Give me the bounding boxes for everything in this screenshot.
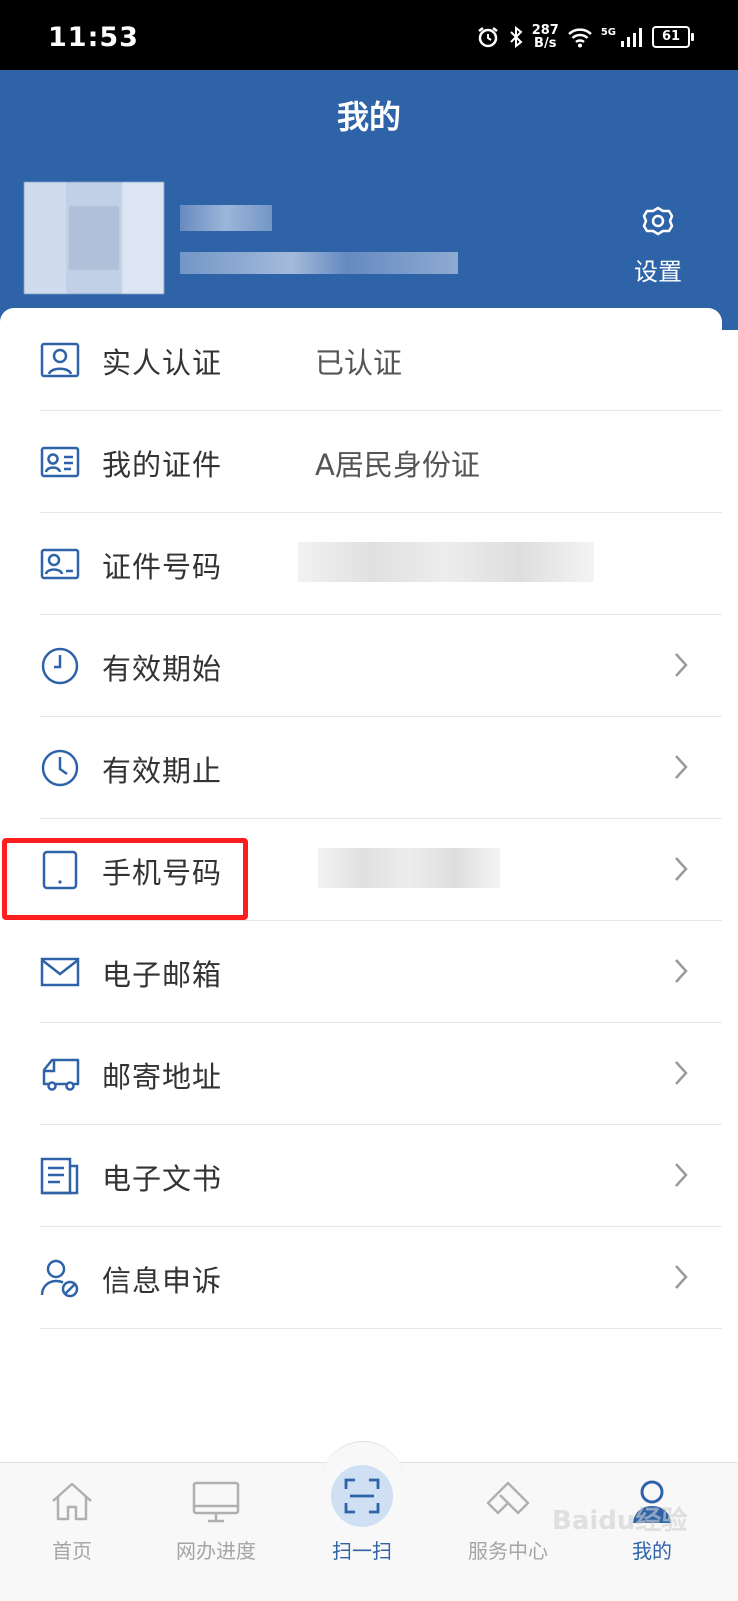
menu-item-label: 电子邮箱	[102, 958, 223, 992]
home-icon	[52, 1482, 92, 1521]
menu-item-valid-from[interactable]: 有效期始	[40, 614, 722, 717]
nav-progress[interactable]: 网办进度	[146, 1475, 286, 1564]
menu-item-mailing-address[interactable]: 邮寄地址	[40, 1022, 722, 1125]
chevron-right-icon	[675, 653, 688, 677]
chevron-right-icon	[675, 959, 688, 983]
battery-indicator: 61	[652, 26, 694, 48]
person-card-icon	[40, 342, 80, 378]
signal-icon	[621, 28, 642, 47]
menu-item-label: 我的证件	[102, 448, 223, 482]
menu-item-label: 电子文书	[102, 1162, 223, 1196]
nav-label: 我的	[632, 1539, 672, 1563]
nav-home[interactable]: 首页	[2, 1475, 142, 1564]
menu-item-id-number[interactable]: 证件号码	[40, 512, 722, 615]
menu-item-value: 已认证	[315, 346, 403, 380]
user-appeal-icon	[40, 1259, 79, 1298]
nav-label: 首页	[52, 1539, 92, 1563]
nav-label: 扫一扫	[332, 1539, 392, 1563]
settings-button[interactable]: 设置	[622, 204, 694, 287]
menu-item-label: 邮寄地址	[102, 1060, 223, 1094]
id-card-icon	[40, 446, 80, 478]
document-icon	[40, 1157, 79, 1195]
menu-item-email[interactable]: 电子邮箱	[40, 920, 722, 1023]
menu-item-real-name-auth[interactable]: 实人认证 已认证	[40, 308, 722, 411]
menu-item-info-appeal[interactable]: 信息申诉	[40, 1226, 722, 1329]
chevron-right-icon	[675, 1265, 688, 1289]
phone-highlight-annotation	[2, 838, 248, 920]
menu-item-valid-to[interactable]: 有效期止	[40, 716, 722, 819]
mail-icon	[40, 957, 80, 987]
monitor-icon	[192, 1481, 240, 1523]
chevron-right-icon	[675, 755, 688, 779]
avatar[interactable]	[24, 182, 164, 294]
chevron-right-icon	[675, 1163, 688, 1187]
menu-item-my-id[interactable]: 我的证件 A居民身份证	[40, 410, 722, 513]
phone-number-redacted	[318, 848, 500, 888]
gear-icon	[642, 206, 674, 236]
nav-label: 服务中心	[468, 1539, 548, 1563]
service-icon	[486, 1481, 530, 1515]
network-speed: 287 B/s	[531, 23, 559, 51]
user-name-redacted	[180, 205, 272, 231]
nav-label: 网办进度	[176, 1539, 256, 1563]
menu-item-label: 证件号码	[102, 550, 223, 584]
menu-item-label: 实人认证	[102, 346, 223, 380]
status-icons: 287 B/s 5G 61	[476, 23, 694, 51]
clock-icon	[41, 647, 79, 685]
menu-item-label: 有效期止	[102, 754, 223, 788]
nav-scan[interactable]: 扫一扫	[292, 1465, 432, 1564]
user-info-redacted	[180, 252, 458, 274]
wifi-icon	[567, 28, 592, 48]
menu-item-label: 信息申诉	[102, 1264, 223, 1298]
menu-item-e-documents[interactable]: 电子文书	[40, 1124, 722, 1227]
chevron-right-icon	[675, 857, 688, 881]
alarm-icon	[477, 27, 498, 48]
clock-icon	[41, 749, 79, 787]
menu-item-label: 有效期始	[102, 652, 223, 686]
chevron-right-icon	[675, 1061, 688, 1085]
profile-header: 我的 设置	[0, 70, 738, 330]
settings-label: 设置	[634, 258, 682, 286]
status-time: 11:53	[48, 22, 139, 53]
scan-circle	[331, 1465, 393, 1527]
id-number-redacted	[298, 542, 594, 582]
status-bar: 11:53 287 B/s 5G 61	[0, 0, 738, 70]
id-number-icon	[40, 548, 80, 580]
page-title: 我的	[336, 98, 401, 136]
baidu-watermark: Baidu经验	[552, 1506, 688, 1536]
truck-icon	[42, 1058, 80, 1091]
scan-icon	[344, 1478, 380, 1514]
network-type: 5G	[600, 26, 616, 38]
menu-item-value: A居民身份证	[315, 448, 480, 482]
bluetooth-icon	[509, 25, 523, 49]
